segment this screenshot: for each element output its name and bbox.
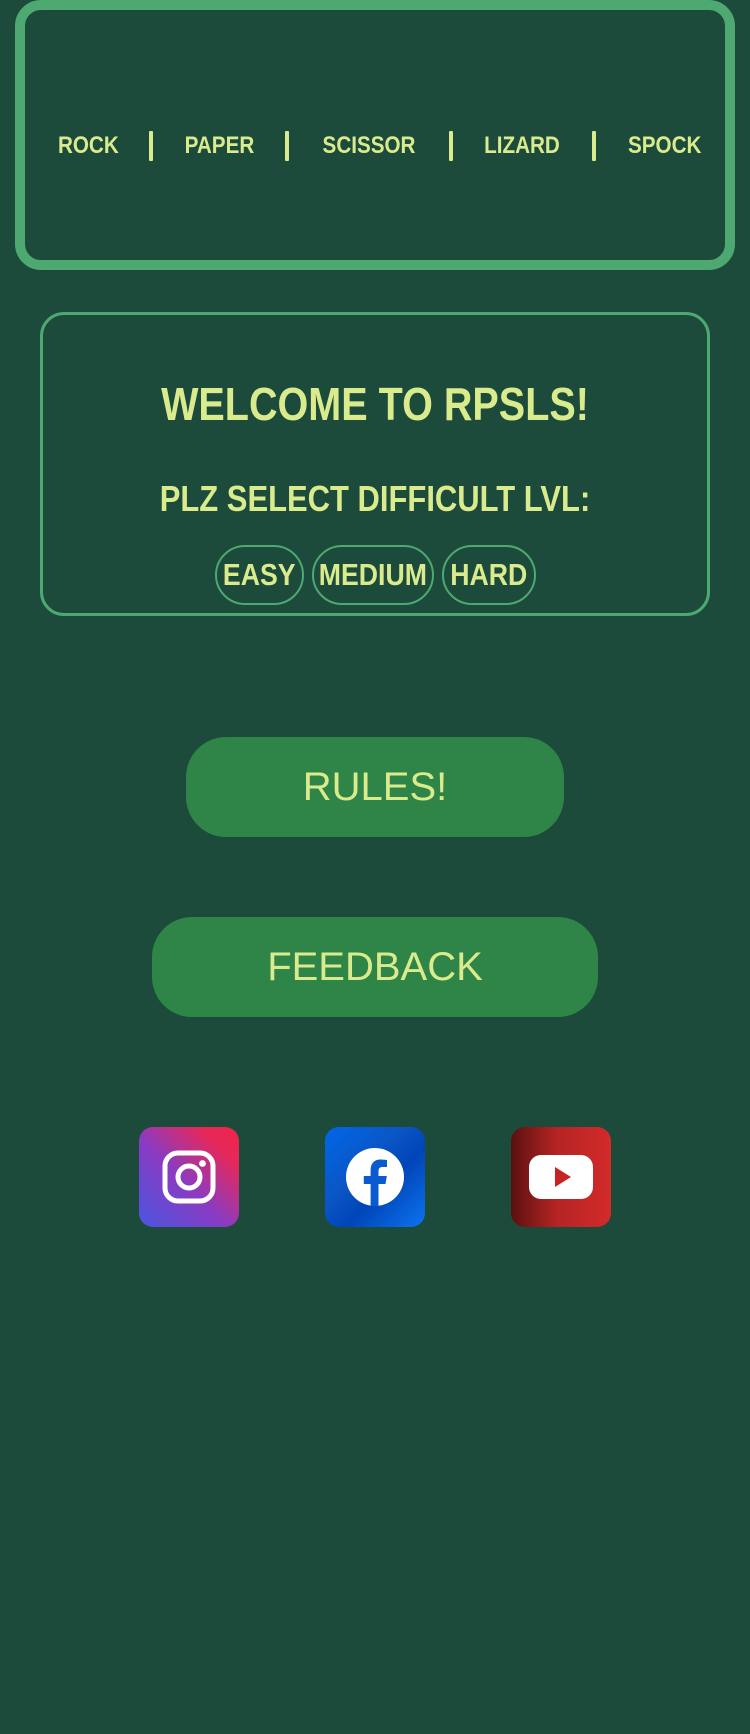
nav-separator — [448, 131, 453, 161]
rules-button[interactable]: RULES! — [186, 737, 564, 837]
welcome-panel: WELCOME TO RPSLS! PLZ SELECT DIFFICULT L… — [40, 312, 710, 616]
medium-button[interactable]: MEDIUM — [311, 545, 434, 605]
youtube-glyph — [529, 1155, 593, 1199]
easy-button[interactable]: EASY — [214, 545, 304, 605]
youtube-icon[interactable] — [511, 1127, 611, 1227]
nav-separator — [149, 131, 154, 161]
facebook-icon[interactable] — [325, 1127, 425, 1227]
nav-item-lizard[interactable]: LIZARD — [485, 132, 561, 160]
instagram-icon[interactable] — [139, 1127, 239, 1227]
hard-label: HARD — [449, 557, 528, 592]
medium-label: MEDIUM — [318, 557, 427, 592]
easy-label: EASY — [222, 557, 296, 592]
difficulty-prompt: PLZ SELECT DIFFICULT LVL: — [159, 478, 591, 519]
nav-item-paper[interactable]: PAPER — [185, 132, 255, 160]
feedback-button[interactable]: FEEDBACK — [152, 917, 598, 1017]
choices-nav-box: ROCK PAPER SCISSOR LIZARD SPOCK — [15, 0, 735, 270]
facebook-glyph — [346, 1148, 404, 1206]
difficulty-options: EASY MEDIUM HARD — [43, 545, 707, 605]
nav-item-spock[interactable]: SPOCK — [628, 132, 701, 160]
nav-item-scissor[interactable]: SCISSOR — [323, 132, 416, 160]
hard-button[interactable]: HARD — [441, 545, 536, 605]
nav-item-rock[interactable]: ROCK — [58, 132, 119, 160]
nav-separator — [285, 131, 290, 161]
choices-nav: ROCK PAPER SCISSOR LIZARD SPOCK — [25, 120, 725, 172]
instagram-glyph — [162, 1150, 216, 1204]
nav-separator — [591, 131, 596, 161]
welcome-title: WELCOME TO RPSLS! — [161, 378, 589, 430]
